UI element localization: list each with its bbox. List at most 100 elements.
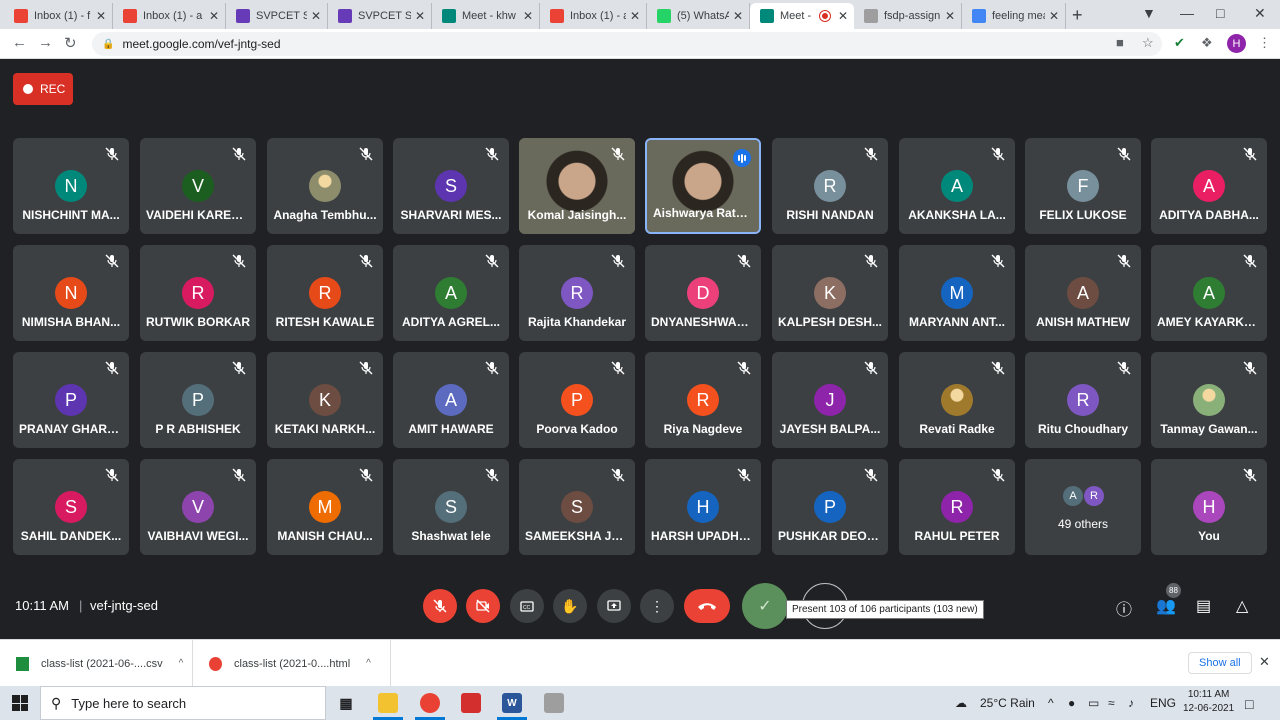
show-hidden-icons[interactable]: ^ (1048, 696, 1054, 710)
tab-search-icon[interactable]: ▼ (1142, 5, 1156, 21)
download-item[interactable]: class-list (2021-06-....csv ^ (0, 640, 193, 687)
participant-tile[interactable]: N NISHCHINT MA... (13, 138, 129, 234)
browser-tab[interactable]: Meet - khw ✕ (432, 3, 540, 29)
close-tab-icon[interactable]: ✕ (945, 9, 955, 23)
meeting-details-button[interactable]: ⓘ (1116, 596, 1132, 620)
acrobat-icon[interactable] (461, 693, 481, 713)
participant-tile[interactable]: R Riya Nagdeve (645, 352, 761, 448)
participant-tile[interactable]: R RAHUL PETER (899, 459, 1015, 555)
minimize-button[interactable]: — (1180, 5, 1194, 21)
close-tab-icon[interactable]: ✕ (630, 9, 640, 23)
participant-tile[interactable]: S SAHIL DANDEK... (13, 459, 129, 555)
participant-tile[interactable]: Revati Radke (899, 352, 1015, 448)
show-all-downloads-button[interactable]: Show all (1188, 652, 1252, 674)
chevron-up-icon[interactable]: ^ (179, 658, 184, 669)
browser-tab[interactable]: SVPCET Stu ✕ (226, 3, 328, 29)
extensions-puzzle-icon[interactable]: ❖ (1201, 35, 1213, 51)
camera-off-button[interactable] (466, 589, 500, 623)
volume-icon[interactable]: ♪ (1128, 696, 1134, 710)
weather-text[interactable]: 25°C Rain (980, 696, 1035, 710)
captions-button[interactable]: CC (510, 589, 544, 623)
camera-blocked-icon[interactable]: ■ (1116, 35, 1124, 50)
browser-tab[interactable]: Meet - ✕ (750, 3, 854, 29)
chrome-taskbar-icon[interactable] (420, 693, 440, 713)
browser-tab[interactable]: (5) WhatsAp ✕ (647, 3, 750, 29)
reload-icon[interactable]: ↻ (64, 34, 77, 52)
maximize-button[interactable]: □ (1216, 5, 1224, 21)
participant-tile[interactable]: A ADITYA AGREL... (393, 245, 509, 341)
participant-tile[interactable]: Anagha Tembhu... (267, 138, 383, 234)
participant-tile[interactable]: Komal Jaisingh... (519, 138, 635, 234)
participant-tile[interactable]: R RISHI NANDAN (772, 138, 888, 234)
participant-tile[interactable]: V VAIDEHI KAREM... (140, 138, 256, 234)
activities-button[interactable]: △ (1236, 596, 1248, 616)
close-tab-icon[interactable]: ✕ (311, 9, 321, 23)
url-field[interactable]: 🔒 meet.google.com/vef-jntg-sed (92, 32, 1162, 56)
browser-tab[interactable]: Inbox (1) - a ✕ (113, 3, 226, 29)
participant-tile[interactable]: P Poorva Kadoo (519, 352, 635, 448)
close-tab-icon[interactable]: ✕ (1049, 9, 1059, 23)
participant-tile[interactable]: K KALPESH DESH... (772, 245, 888, 341)
close-tab-icon[interactable]: ✕ (209, 9, 219, 23)
taskbar-clock[interactable]: 10:11 AM 12-06-2021 (1183, 688, 1234, 716)
new-tab-button[interactable]: + (1072, 5, 1083, 26)
close-tab-icon[interactable]: ✕ (838, 9, 848, 23)
raise-hand-button[interactable]: ✋ (553, 589, 587, 623)
participant-tile[interactable]: R RITESH KAWALE (267, 245, 383, 341)
participant-tile[interactable]: J JAYESH BALPA... (772, 352, 888, 448)
taskbar-search-box[interactable]: ⚲ Type here to search (40, 686, 326, 720)
others-tile[interactable]: A R 49 others (1025, 459, 1141, 555)
close-tab-icon[interactable]: ✕ (415, 9, 425, 23)
browser-tab[interactable]: SVPCET Stu ✕ (328, 3, 432, 29)
participant-tile[interactable]: K KETAKI NARKH... (267, 352, 383, 448)
present-screen-button[interactable] (597, 589, 631, 623)
participant-tile[interactable]: A AMEY KAYARKAR (1151, 245, 1267, 341)
participant-tile[interactable]: H HARSH UPADHY... (645, 459, 761, 555)
participant-tile[interactable]: A ADITYA DABHA... (1151, 138, 1267, 234)
bookmark-star-icon[interactable]: ☆ (1142, 35, 1154, 51)
browser-tab[interactable]: Inbox (1) - a ✕ (540, 3, 647, 29)
close-downloads-icon[interactable]: ✕ (1259, 654, 1270, 670)
browser-tab[interactable]: fsdp-assign ✕ (854, 3, 962, 29)
participant-tile[interactable]: A AKANKSHA LA... (899, 138, 1015, 234)
browser-tab[interactable]: feeling mea ✕ (962, 3, 1066, 29)
participant-tile[interactable]: N NIMISHA BHAN... (13, 245, 129, 341)
participant-tile[interactable]: S SAMEEKSHA JA... (519, 459, 635, 555)
battery-icon[interactable]: ▭ (1088, 696, 1099, 710)
participant-tile[interactable]: R Ritu Choudhary (1025, 352, 1141, 448)
close-tab-icon[interactable]: ✕ (96, 9, 106, 23)
participant-tile[interactable]: Tanmay Gawan... (1151, 352, 1267, 448)
participant-tile[interactable]: A AMIT HAWARE (393, 352, 509, 448)
close-tab-icon[interactable]: ✕ (733, 9, 743, 23)
people-button[interactable]: 👥 (1156, 596, 1176, 616)
download-item[interactable]: class-list (2021-0....html ^ (193, 640, 391, 687)
forward-icon[interactable]: → (38, 34, 53, 51)
attendance-extension-button[interactable]: ✓ (742, 583, 788, 629)
browser-tab[interactable]: Inbox (1) - f ✕ (4, 3, 113, 29)
participant-tile[interactable]: P P R ABHISHEK (140, 352, 256, 448)
mic-off-button[interactable] (423, 589, 457, 623)
word-icon[interactable]: W (502, 693, 522, 713)
profile-avatar[interactable]: H (1227, 34, 1246, 53)
paint-icon[interactable] (544, 693, 564, 713)
windows-start-button[interactable] (12, 695, 28, 711)
participant-tile[interactable]: A ANISH MATHEW (1025, 245, 1141, 341)
chat-button[interactable]: ▤ (1196, 596, 1211, 616)
back-icon[interactable]: ← (12, 34, 27, 51)
notifications-icon[interactable]: □ (1245, 696, 1253, 712)
participant-tile[interactable]: S SHARVARI MES... (393, 138, 509, 234)
participant-tile[interactable]: R RUTWIK BORKAR (140, 245, 256, 341)
participant-tile[interactable]: M MANISH CHAU... (267, 459, 383, 555)
participant-tile[interactable]: D DNYANESHWAR... (645, 245, 761, 341)
chrome-menu-icon[interactable]: ⋮ (1258, 35, 1271, 51)
participant-tile[interactable]: P PRANAY GHARDE (13, 352, 129, 448)
close-window-button[interactable]: ✕ (1254, 5, 1266, 22)
task-view-icon[interactable]: ▦ (336, 693, 356, 713)
file-explorer-icon[interactable] (378, 693, 398, 713)
participant-tile[interactable]: P PUSHKAR DEOT... (772, 459, 888, 555)
participant-tile[interactable]: F FELIX LUKOSE (1025, 138, 1141, 234)
chevron-up-icon[interactable]: ^ (366, 658, 371, 669)
participant-tile[interactable]: Aishwarya Rath... (645, 138, 761, 234)
participant-tile[interactable]: R Rajita Khandekar (519, 245, 635, 341)
participant-tile[interactable]: M MARYANN ANT... (899, 245, 1015, 341)
